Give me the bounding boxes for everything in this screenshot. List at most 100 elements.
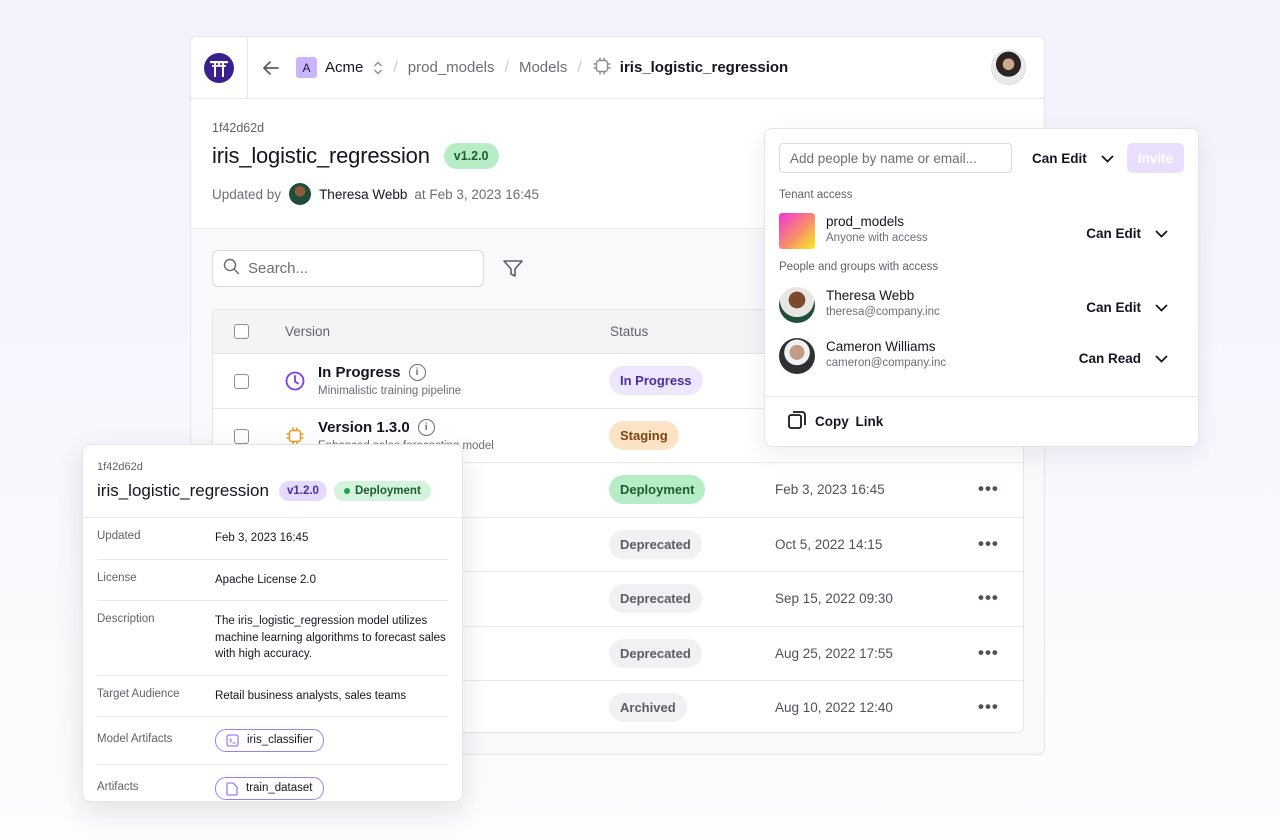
tenant-permission-select[interactable]: Can Edit — [1086, 226, 1168, 241]
version-date: Aug 10, 2022 12:40 — [775, 700, 893, 715]
detail-row-license: License Apache License 2.0 — [97, 560, 448, 601]
clock-icon — [285, 371, 305, 391]
artifact-label: train_dataset — [246, 782, 313, 795]
select-all-checkbox[interactable] — [234, 324, 249, 339]
updated-by-label: Updated by — [212, 186, 282, 202]
version-description: Minimalistic training pipeline — [318, 385, 462, 397]
breadcrumb-separator: / — [577, 58, 582, 76]
artifact-chip[interactable]: train_dataset — [215, 777, 324, 800]
version-badge: v1.2.0 — [443, 143, 499, 169]
updater-avatar — [289, 183, 312, 205]
chevron-down-icon — [1155, 226, 1168, 241]
version-date: Aug 25, 2022 17:55 — [775, 645, 893, 661]
breadcrumb-prod-models[interactable]: prod_models — [408, 59, 495, 76]
person-avatar — [779, 338, 815, 374]
add-people-input[interactable] — [779, 143, 1012, 173]
logo-cell — [191, 37, 248, 99]
row-checkbox[interactable] — [234, 428, 249, 444]
detail-key: Description — [97, 613, 155, 625]
model-artifact-label: iris_classifier — [247, 734, 313, 746]
breadcrumb-separator: / — [504, 58, 509, 76]
person-permission-label: Can Read — [1078, 351, 1141, 366]
more-options-icon[interactable]: ••• — [978, 588, 999, 608]
more-options-icon[interactable]: ••• — [978, 534, 999, 554]
detail-value: Apache License 2.0 — [215, 573, 317, 586]
model-detail-card: 1f42d62d iris_logistic_regression v1.2.0… — [82, 444, 463, 802]
breadcrumb-separator: / — [393, 58, 398, 76]
chevron-down-icon — [1155, 300, 1168, 315]
version-name[interactable]: Version 1.3.0 i — [318, 418, 435, 436]
share-dialog: Can Edit Invite Tenant access prod_model… — [764, 128, 1199, 447]
detail-row-target-audience: Target Audience Retail business analysts… — [97, 676, 448, 717]
copy-icon — [787, 410, 807, 433]
more-options-icon[interactable]: ••• — [978, 643, 999, 663]
filter-icon[interactable] — [502, 259, 524, 279]
tenant-permission-label: Can Edit — [1086, 226, 1141, 241]
detail-row-updated: Updated Feb 3, 2023 16:45 — [97, 518, 448, 560]
chevron-down-icon — [1155, 351, 1168, 366]
person-permission-label: Can Edit — [1086, 300, 1141, 315]
org-switcher-icon[interactable] — [373, 60, 383, 76]
status-badge: Deprecated — [609, 638, 702, 668]
invite-permission-label: Can Edit — [1032, 150, 1087, 166]
invite-button[interactable]: Invite — [1127, 143, 1184, 173]
version-date: Oct 5, 2022 14:15 — [775, 536, 883, 552]
row-checkbox[interactable] — [234, 374, 249, 389]
org-badge: A — [296, 57, 317, 78]
chevron-down-icon — [1101, 151, 1114, 166]
info-icon[interactable]: i — [417, 418, 435, 436]
torii-logo-icon[interactable] — [204, 52, 234, 83]
person-row: Theresa Webb theresa@company.inc Can Edi… — [765, 287, 1198, 337]
status-badge: Archived — [609, 693, 687, 722]
search-input[interactable] — [248, 260, 448, 277]
status-badge: Deprecated — [609, 584, 702, 613]
person-avatar — [779, 287, 815, 323]
breadcrumb-current: iris_logistic_regression — [619, 59, 789, 76]
column-header-version[interactable]: Version — [285, 324, 330, 339]
detail-key: Target Audience — [97, 687, 180, 700]
status-badge: Deprecated — [609, 529, 702, 559]
detail-row-description: Description The iris_logistic_regression… — [97, 601, 448, 676]
detail-version-badge: v1.2.0 — [278, 481, 327, 501]
more-options-icon[interactable]: ••• — [978, 479, 999, 499]
person-email: theresa@company.inc — [826, 306, 940, 318]
version-name[interactable]: In Progress i — [318, 364, 426, 381]
person-name: Theresa Webb — [826, 288, 915, 303]
column-header-status[interactable]: Status — [610, 324, 648, 339]
breadcrumb-models[interactable]: Models — [519, 59, 567, 76]
info-icon[interactable]: i — [408, 364, 426, 381]
version-date: Sep 15, 2022 09:30 — [775, 591, 893, 606]
tenant-access-label: Tenant access — [779, 189, 853, 201]
detail-key: License — [97, 571, 137, 584]
detail-value: Retail business analysts, sales teams — [215, 689, 407, 702]
tenant-sub: Anyone with access — [826, 232, 928, 244]
status-badge: Deployment — [609, 475, 706, 504]
chip-icon — [285, 426, 305, 446]
org-name[interactable]: Acme — [325, 59, 363, 76]
person-permission-select[interactable]: Can Edit — [1086, 300, 1168, 315]
person-row: Cameron Williams cameron@company.inc Can… — [765, 338, 1198, 388]
person-email: cameron@company.inc — [826, 357, 947, 369]
search-icon — [223, 258, 240, 279]
detail-value: The iris_logistic_regression model utili… — [215, 615, 446, 660]
detail-hash: 1f42d62d — [97, 461, 143, 473]
person-permission-select[interactable]: Can Read — [1079, 351, 1168, 366]
back-arrow-icon[interactable] — [262, 58, 282, 78]
tenant-name: prod_models — [826, 214, 905, 229]
updated-at: at Feb 3, 2023 16:45 — [414, 186, 539, 202]
search-box[interactable] — [212, 250, 484, 287]
copy-link-button[interactable]: Copy Link — [765, 396, 1198, 446]
status-badge: In Progress — [609, 366, 703, 395]
user-avatar[interactable] — [991, 50, 1026, 85]
model-artifact-chip[interactable]: iris_classifier — [215, 729, 324, 752]
status-badge: Staging — [609, 420, 679, 450]
more-options-icon[interactable]: ••• — [978, 697, 999, 717]
tenant-access-row: prod_models Anyone with access Can Edit — [765, 213, 1198, 263]
detail-key: Updated — [97, 530, 141, 542]
invite-permission-select[interactable]: Can Edit — [1032, 151, 1114, 166]
breadcrumb: A Acme / prod_models / Models / iris_log… — [262, 56, 788, 80]
detail-title: iris_logistic_regression — [97, 481, 269, 500]
updater-name[interactable]: Theresa Webb — [319, 187, 407, 202]
top-bar: A Acme / prod_models / Models / iris_log… — [191, 37, 1044, 99]
model-chip-icon — [592, 56, 612, 80]
